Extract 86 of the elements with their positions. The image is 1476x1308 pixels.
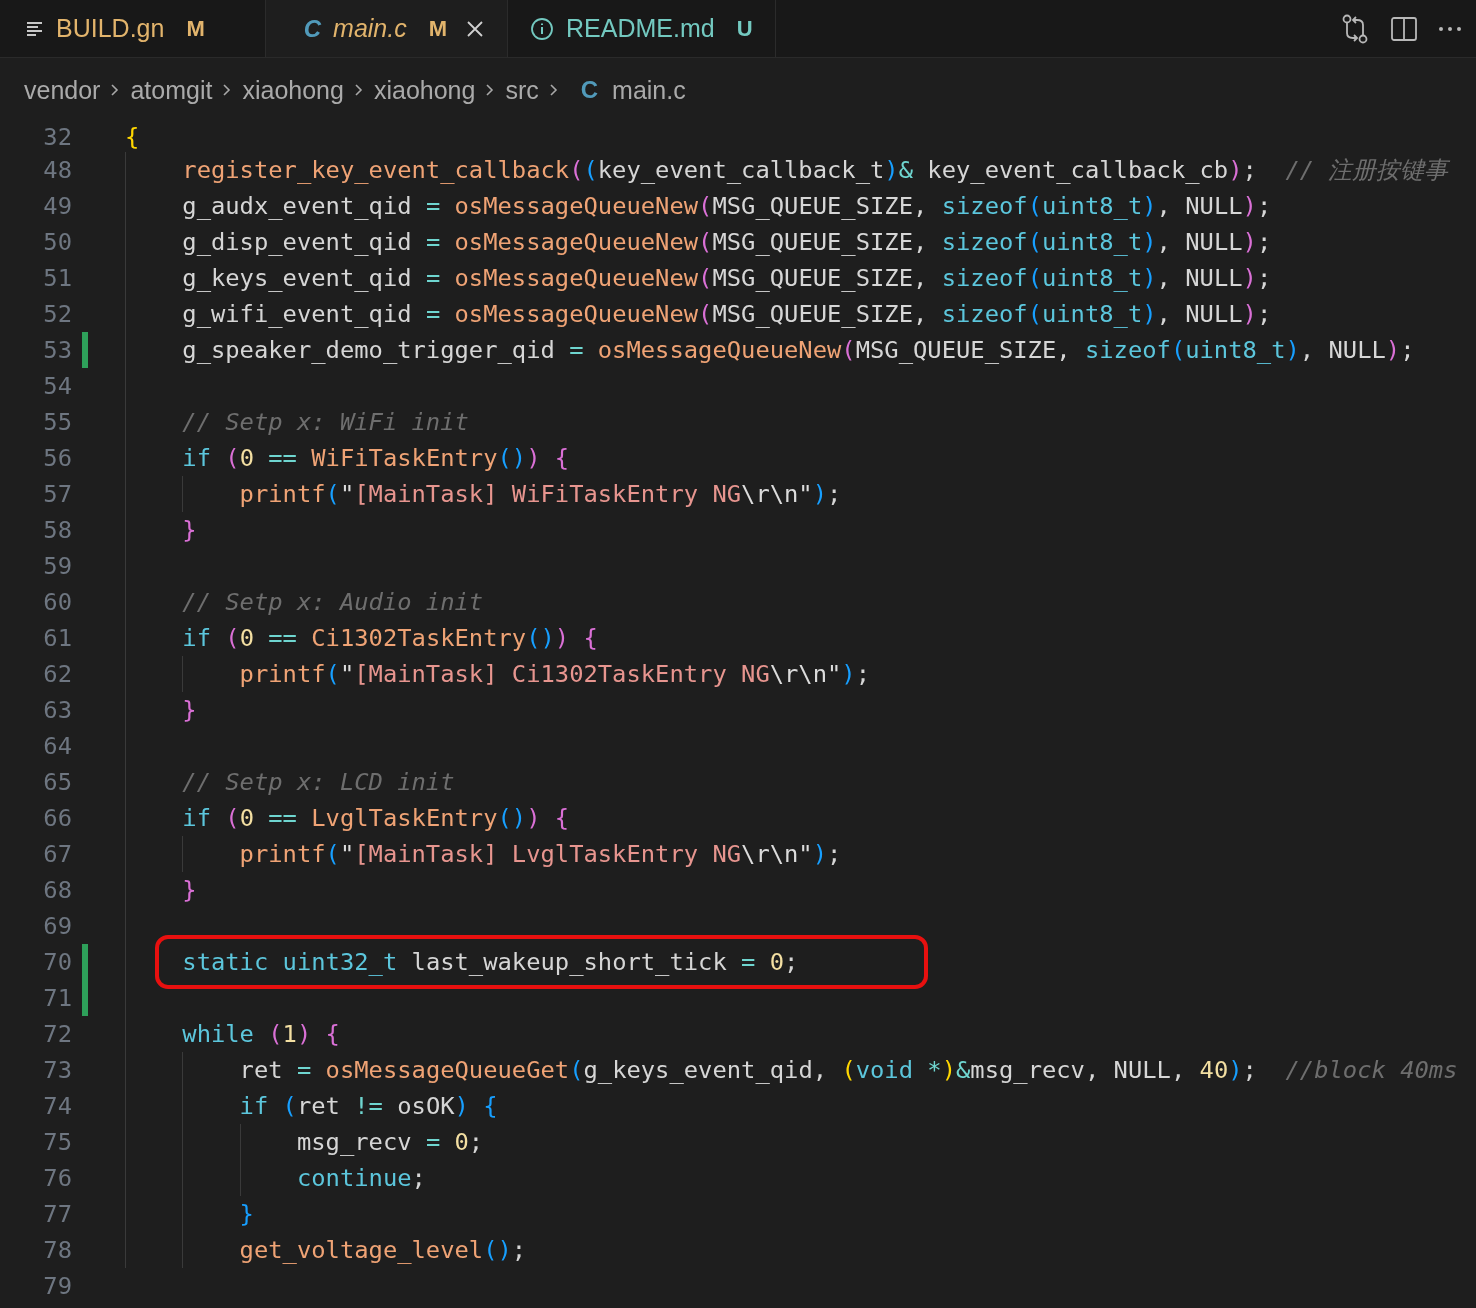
line-number: 60 xyxy=(42,588,72,616)
breadcrumb-item[interactable]: main.c xyxy=(612,75,686,105)
code-line: g_wifi_event_qid = osMessageQueueNew(MSG_QUEUE_SIZE, sizeof(uint8_t), NULL); xyxy=(181,300,1272,328)
c-file-icon: C xyxy=(303,14,322,43)
code-line: g_speaker_demo_trigger_qid = osMessageQueueNew(MSG_QUEUE_SIZE, sizeof(uint8_t), NULL); xyxy=(181,336,1415,364)
line-number: 58 xyxy=(42,516,72,544)
code-line: // Setp x: Audio init xyxy=(181,588,484,616)
chevron-icon xyxy=(353,82,364,98)
line-number: 50 xyxy=(42,228,72,256)
line-number: 55 xyxy=(42,408,72,436)
line-number: 62 xyxy=(42,660,72,688)
code-line: } xyxy=(181,516,197,544)
line-number: 66 xyxy=(42,804,72,832)
line-number: 57 xyxy=(42,480,72,508)
line-number: 70 xyxy=(42,948,72,976)
line-number: 54 xyxy=(42,372,72,400)
line-number: 73 xyxy=(42,1056,72,1084)
breadcrumb-item[interactable]: vendor xyxy=(24,75,101,105)
code-line: if (0 == WiFiTaskEntry()) { xyxy=(181,444,570,472)
line-number: 68 xyxy=(42,876,72,904)
line-number: 79 xyxy=(42,1272,72,1300)
line-number: 51 xyxy=(42,264,72,292)
line-number: 67 xyxy=(42,840,72,868)
line-number: 52 xyxy=(42,300,72,328)
line-number: 76 xyxy=(42,1164,72,1192)
code-line: while (1) { xyxy=(181,1020,340,1048)
code-line: // Setp x: LCD init xyxy=(181,768,455,796)
chevron-icon xyxy=(548,82,559,98)
line-number: 64 xyxy=(42,732,72,760)
breadcrumb-item[interactable]: src xyxy=(505,75,539,105)
breadcrumb-item[interactable]: atomgit xyxy=(130,75,213,105)
tab-label: README.md xyxy=(566,14,715,43)
compare-changes-icon[interactable] xyxy=(1340,12,1370,45)
lines-icon xyxy=(26,20,44,37)
line-number: 32 xyxy=(42,123,72,151)
code-line: printf("[MainTask] Ci1302TaskEntry NG\r\n"); xyxy=(238,660,870,688)
code-line: } xyxy=(238,1200,254,1228)
line-number: 53 xyxy=(42,336,72,364)
code-line: printf("[MainTask] LvglTaskEntry NG\r\n"); xyxy=(238,840,842,868)
line-number: 72 xyxy=(42,1020,72,1048)
code-line: static uint32_t last_wakeup_short_tick = 0; xyxy=(125,948,799,976)
tab-label: BUILD.gn xyxy=(56,14,165,43)
breadcrumb-item[interactable]: xiaohong xyxy=(373,75,476,105)
code-line: printf("[MainTask] WiFiTaskEntry NG\r\n"); xyxy=(238,480,842,508)
code-line: get_voltage_level(); xyxy=(238,1236,527,1264)
code-line: if (0 == LvglTaskEntry()) { xyxy=(181,804,570,832)
chevron-icon xyxy=(222,82,233,98)
line-number: 77 xyxy=(42,1200,72,1228)
line-number: 63 xyxy=(42,696,72,724)
split-editor-icon[interactable] xyxy=(1390,14,1418,43)
code-line: ret = osMessageQueueGet(g_keys_event_qid, (void *)&msg_recv, NULL, 40); //block 40ms xyxy=(238,1056,1458,1084)
code-line: } xyxy=(181,876,197,904)
line-number: 59 xyxy=(42,552,72,580)
info-icon xyxy=(530,16,555,41)
code-line: g_disp_event_qid = osMessageQueueNew(MSG_QUEUE_SIZE, sizeof(uint8_t), NULL); xyxy=(181,228,1272,256)
line-number: 61 xyxy=(42,624,72,652)
line-number: 71 xyxy=(42,984,72,1012)
chevron-icon xyxy=(110,82,121,98)
git-status: U xyxy=(736,15,753,42)
line-number: 56 xyxy=(42,444,72,472)
code-line: continue; xyxy=(295,1164,426,1192)
line-number: 49 xyxy=(42,192,72,220)
line-number: 74 xyxy=(42,1092,72,1120)
code-line: g_audx_event_qid = osMessageQueueNew(MSG_QUEUE_SIZE, sizeof(uint8_t), NULL); xyxy=(181,192,1272,220)
code-line: if (ret != osOK) { xyxy=(238,1092,498,1120)
code-line: } xyxy=(181,696,197,724)
code-line: if (0 == Ci1302TaskEntry()) { xyxy=(181,624,598,652)
code-line: msg_recv = 0; xyxy=(295,1128,484,1156)
git-status: M xyxy=(428,15,448,42)
code-line: register_key_event_callback((key_event_callback_t)& key_event_callback_cb); // 注册按键事 xyxy=(181,155,1449,186)
chevron-icon xyxy=(485,82,496,98)
code-line: // Setp x: WiFi init xyxy=(181,408,469,436)
tab-label: main.c xyxy=(333,14,407,43)
line-number: 78 xyxy=(42,1236,72,1264)
line-number: 69 xyxy=(42,912,72,940)
breadcrumb-item[interactable]: xiaohong xyxy=(242,75,344,105)
close-icon[interactable] xyxy=(465,18,486,39)
editor-tab[interactable]: C main.c M xyxy=(265,0,509,57)
git-status: M xyxy=(186,15,205,42)
c-file-icon: C xyxy=(580,76,599,104)
code-line: { xyxy=(125,123,140,151)
line-number: 48 xyxy=(42,156,72,184)
code-line: g_keys_event_qid = osMessageQueueNew(MSG_QUEUE_SIZE, sizeof(uint8_t), NULL); xyxy=(181,264,1272,292)
more-icon[interactable] xyxy=(1438,24,1462,33)
line-number: 75 xyxy=(42,1128,72,1156)
line-number: 65 xyxy=(42,768,72,796)
